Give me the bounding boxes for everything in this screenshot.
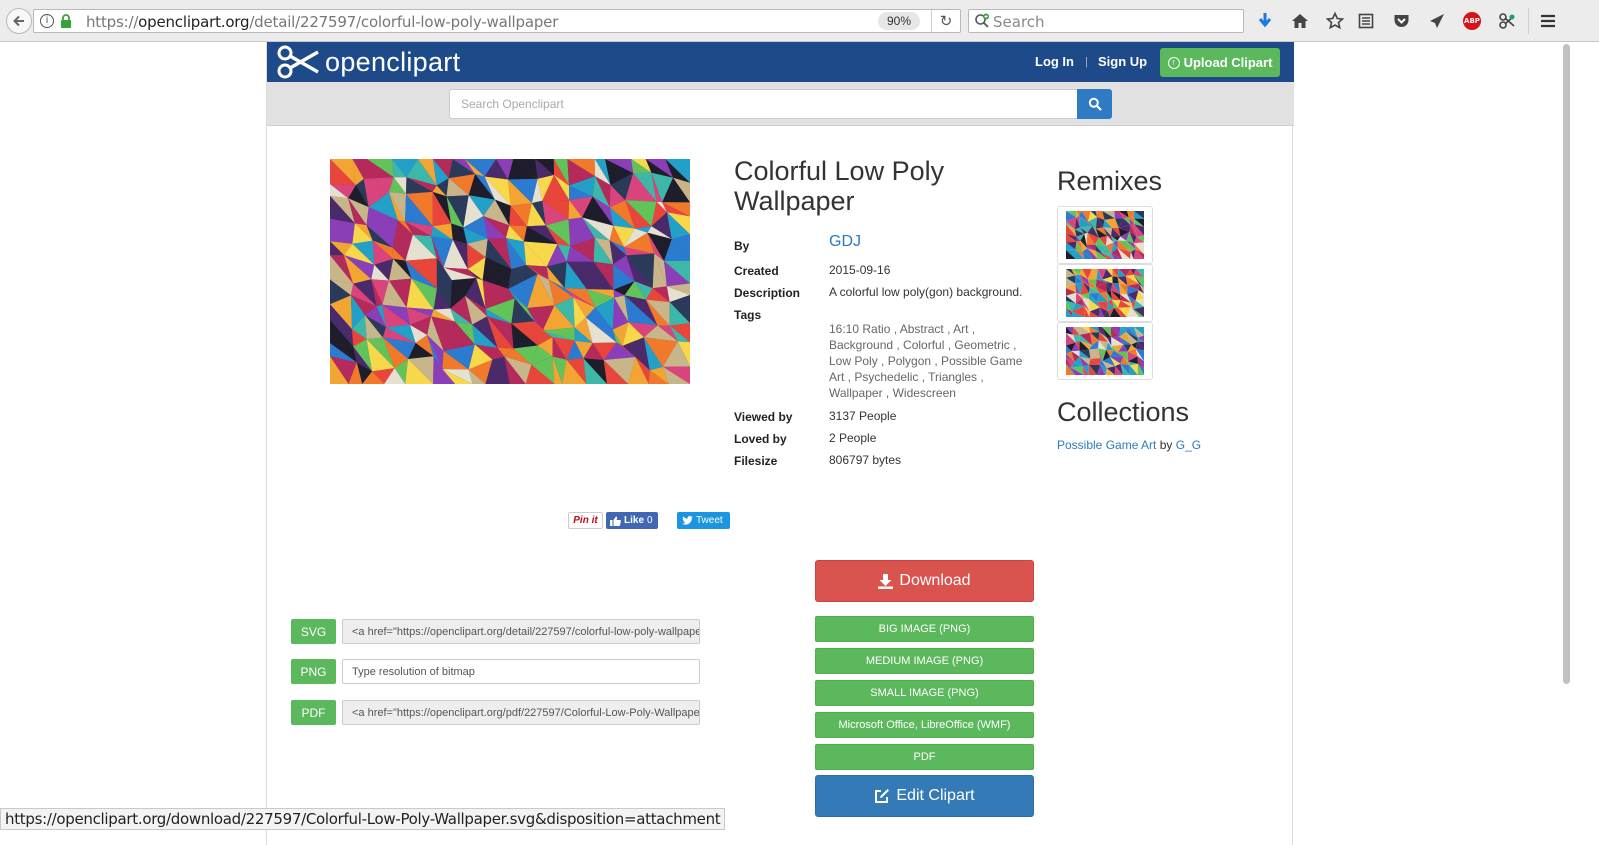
back-arrow-icon [13,15,24,27]
pinterest-button[interactable]: Pin it [568,512,603,529]
download-label: Download [899,572,971,589]
upload-clipart-button[interactable]: ↑ Upload Clipart [1160,48,1280,77]
created-label: Created [734,264,779,278]
search-engine-icon[interactable] [974,13,990,29]
bookmarks-list-icon[interactable] [1355,10,1377,32]
png-embed-label[interactable]: PNG [291,659,336,684]
url-bar-divider [931,10,932,32]
wmf-button[interactable]: Microsoft Office, LibreOffice (WMF) [815,712,1034,738]
adblock-label: ABP [1463,12,1481,30]
collection-owner-link[interactable]: G_G [1176,438,1201,452]
extension-icon[interactable] [1496,10,1518,32]
site-search-band [267,82,1294,126]
site-search-input[interactable] [449,89,1078,119]
edit-icon [875,789,890,803]
collection-link[interactable]: Possible Game Art [1057,438,1156,452]
page-scrollbar[interactable] [1563,44,1570,684]
remix-thumbnail[interactable] [1057,322,1153,380]
collections-heading: Collections [1057,397,1190,427]
tweet-button[interactable]: Tweet [677,512,730,529]
like-count: 0 [647,515,653,526]
collection-by-text: by [1159,438,1173,452]
svg-embed-label[interactable]: SVG [291,619,336,644]
tags-list[interactable]: 16:10 Ratio , Abstract , Art , Backgroun… [829,321,1034,401]
remix-thumbnail[interactable] [1057,206,1153,264]
by-label: By [734,239,750,253]
pocket-icon[interactable] [1390,10,1412,32]
filesize-label: Filesize [734,454,778,468]
url-text[interactable]: https://openclipart.org/detail/227597/co… [86,13,558,31]
browser-toolbar: i https://openclipart.org/detail/227597/… [0,0,1599,42]
url-host: openclipart.org [138,13,250,31]
scissors-logo-icon [277,45,319,79]
like-label: Like [624,515,645,526]
reload-icon[interactable]: ↻ [937,12,955,30]
loved-label: Loved by [734,432,787,446]
loved-value: 2 People [829,431,877,445]
status-bar-url: https://openclipart.org/download/227597/… [0,808,726,830]
filesize-value: 806797 bytes [829,453,902,467]
small-png-button[interactable]: SMALL IMAGE (PNG) [815,680,1034,706]
adblock-icon[interactable]: ABP [1461,10,1483,32]
site-header: openclipart Log In | Sign Up ↑ Upload Cl… [267,42,1294,82]
site-container: openclipart Log In | Sign Up ↑ Upload Cl… [266,42,1294,845]
search-icon [1088,97,1102,111]
pdf-embed-field[interactable] [342,700,700,725]
edit-clipart-label: Edit Clipart [896,787,975,804]
login-link[interactable]: Log In [1035,54,1074,69]
site-info-icon[interactable]: i [40,14,54,28]
remix-thumbnail[interactable] [1057,264,1153,322]
description-value: A colorful low poly(gon) background. [829,285,1023,299]
author-link[interactable]: GDJ [829,233,861,251]
created-value: 2015-09-16 [829,263,891,277]
home-icon[interactable] [1289,10,1311,32]
remixes-heading: Remixes [1057,166,1163,196]
description-label: Description [734,286,801,300]
browser-search-placeholder: Search [993,13,1045,31]
remix-thumbnail-image [1066,327,1144,375]
signup-link[interactable]: Sign Up [1098,54,1147,69]
zoom-indicator[interactable]: 90% [878,12,921,30]
remix-thumbnail-image [1066,211,1144,259]
url-path: /detail/227597/colorful-low-poly-wallpap… [249,13,559,31]
remix-thumbnail-image [1066,269,1144,317]
site-search-button[interactable] [1077,89,1112,119]
twitter-bird-icon [682,516,693,525]
viewed-value: 3137 People [829,409,897,423]
medium-png-button[interactable]: MEDIUM IMAGE (PNG) [815,648,1034,674]
big-png-button[interactable]: BIG IMAGE (PNG) [815,616,1034,642]
url-prefix: https:// [86,13,139,31]
upload-icon: ↑ [1167,56,1180,69]
download-icon [878,573,894,589]
edit-clipart-button[interactable]: Edit Clipart [815,775,1034,817]
browser-search-box[interactable]: Search [968,9,1244,33]
clipart-preview-image[interactable] [330,159,690,384]
menu-icon[interactable] [1537,10,1559,32]
pdf-embed-label[interactable]: PDF [291,700,336,725]
tags-label: Tags [734,308,762,322]
png-resolution-field[interactable] [342,659,700,684]
header-divider: | [1085,56,1088,68]
site-logo[interactable]: openclipart [277,45,460,79]
tweet-label: Tweet [696,515,723,526]
clipart-title: Colorful Low Poly Wallpaper [734,156,945,216]
pdf-download-button[interactable]: PDF [815,744,1034,770]
logo-text: openclipart [325,46,461,77]
svg-embed-field[interactable] [342,619,700,644]
downloads-icon[interactable] [1254,10,1276,32]
thumbs-up-icon [610,516,621,526]
upload-clipart-label: Upload Clipart [1183,55,1273,70]
url-bar[interactable]: i https://openclipart.org/detail/227597/… [33,9,961,33]
collection-entry: Possible Game Art by G_G [1057,438,1201,452]
facebook-like-button[interactable]: Like 0 [606,512,658,529]
toolbar-divider [1528,8,1529,34]
viewed-label: Viewed by [734,410,793,424]
send-icon[interactable] [1426,10,1448,32]
download-button[interactable]: Download [815,560,1034,602]
bookmark-star-icon[interactable] [1324,10,1346,32]
lock-icon[interactable] [60,14,72,28]
back-button[interactable] [6,8,32,34]
